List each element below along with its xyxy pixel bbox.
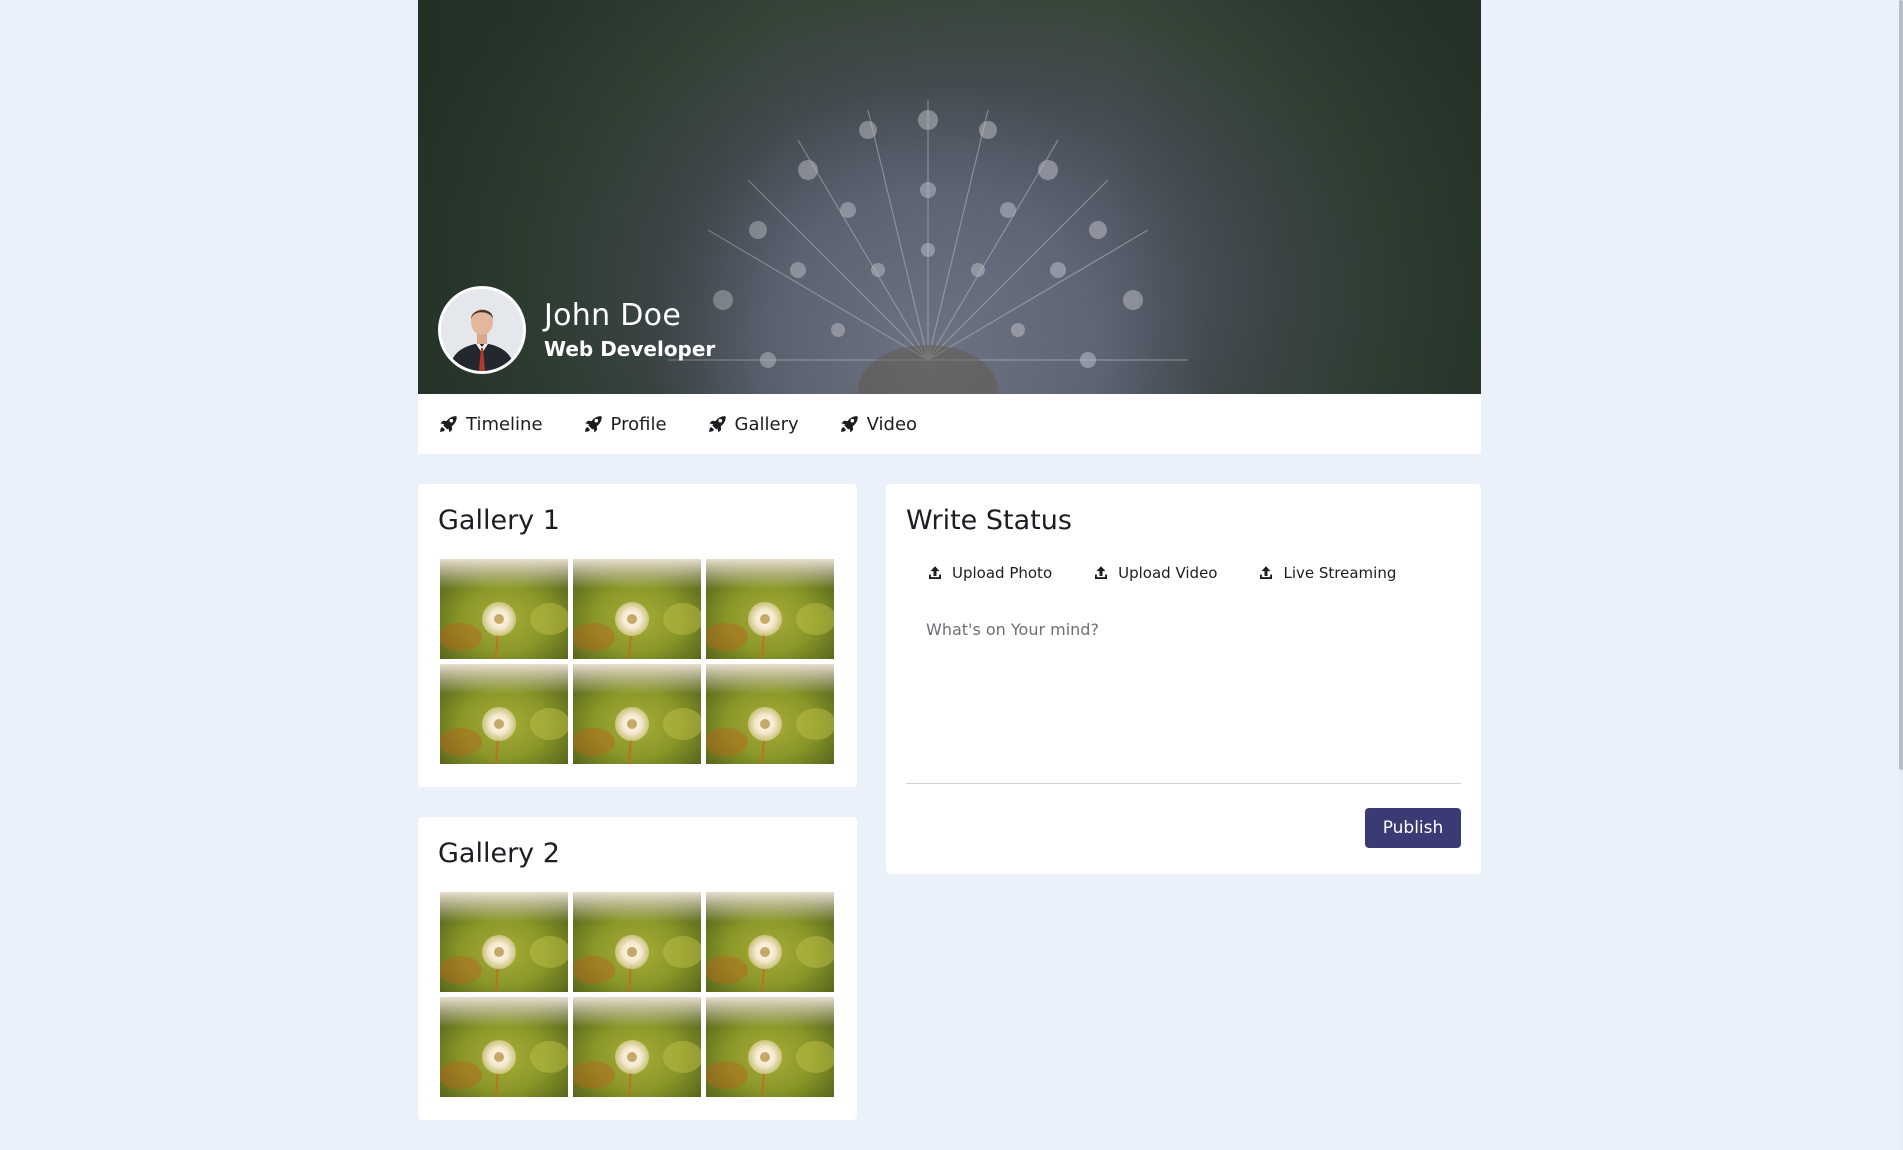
dandelion-image (573, 664, 701, 764)
status-input[interactable] (906, 614, 1461, 784)
dandelion-image (440, 892, 568, 992)
nav-item-profile[interactable]: Profile (583, 414, 667, 435)
rocket-icon (839, 414, 859, 434)
dandelion-image (706, 997, 834, 1097)
gallery-grid (440, 892, 837, 1097)
gallery-card-1: Gallery 1 (418, 484, 857, 787)
nav-item-gallery[interactable]: Gallery (707, 414, 799, 435)
upload-icon (1257, 564, 1275, 582)
gallery-thumbnail[interactable] (440, 559, 568, 659)
cover-photo: John Doe Web Developer (418, 0, 1481, 394)
gallery-column: Gallery 1 Gallery 2 (418, 484, 857, 1150)
nav-item-timeline[interactable]: Timeline (438, 414, 543, 435)
status-actions: Upload Photo Upload Video Live Streaming (906, 564, 1461, 582)
gallery-thumbnail[interactable] (573, 559, 701, 659)
rocket-icon (583, 414, 603, 434)
identity-text: John Doe Web Developer (544, 298, 715, 362)
dandelion-image (440, 664, 568, 764)
upload-icon (926, 564, 944, 582)
nav-item-label: Profile (610, 413, 667, 435)
write-status-card: Write Status Upload Photo Upload Video L… (886, 484, 1481, 874)
scrollbar-thumb[interactable] (1899, 0, 1903, 770)
nav-item-video[interactable]: Video (839, 414, 917, 435)
live-streaming-label: Live Streaming (1283, 564, 1397, 582)
live-streaming-button[interactable]: Live Streaming (1257, 564, 1396, 582)
dandelion-image (706, 664, 834, 764)
publish-row: Publish (906, 808, 1461, 848)
gallery-thumbnail[interactable] (706, 997, 834, 1097)
gallery-thumbnail[interactable] (573, 892, 701, 992)
publish-button[interactable]: Publish (1365, 808, 1461, 848)
dandelion-image (573, 997, 701, 1097)
profile-nav: Timeline Profile Gallery Video (418, 394, 1481, 454)
user-name: John Doe (544, 298, 682, 333)
dandelion-image (573, 559, 701, 659)
gallery-thumbnail[interactable] (706, 559, 834, 659)
rocket-icon (707, 414, 727, 434)
avatar-image (441, 289, 523, 371)
upload-video-label: Upload Video (1118, 564, 1218, 582)
user-role: Web Developer (544, 337, 716, 361)
upload-video-button[interactable]: Upload Video (1092, 564, 1217, 582)
gallery-card-2: Gallery 2 (418, 817, 857, 1120)
gallery-thumbnail[interactable] (706, 664, 834, 764)
rocket-icon (438, 414, 458, 434)
gallery-grid (440, 559, 837, 764)
dandelion-image (706, 559, 834, 659)
nav-item-label: Gallery (734, 413, 799, 435)
nav-item-label: Video (866, 413, 918, 435)
status-title: Write Status (906, 505, 1072, 536)
upload-icon (1092, 564, 1110, 582)
gallery-thumbnail[interactable] (573, 997, 701, 1097)
gallery-title: Gallery 1 (438, 505, 560, 536)
avatar[interactable] (438, 286, 526, 374)
gallery-thumbnail[interactable] (440, 664, 568, 764)
profile-identity: John Doe Web Developer (438, 286, 715, 374)
gallery-thumbnail[interactable] (440, 997, 568, 1097)
gallery-thumbnail[interactable] (440, 892, 568, 992)
gallery-title: Gallery 2 (438, 838, 560, 869)
gallery-thumbnail[interactable] (706, 892, 834, 992)
dandelion-image (440, 997, 568, 1097)
dandelion-image (573, 892, 701, 992)
profile-page: John Doe Web Developer Timeline Profile … (418, 0, 1481, 1120)
upload-photo-label: Upload Photo (952, 564, 1053, 582)
nav-item-label: Timeline (466, 413, 543, 435)
dandelion-image (706, 892, 834, 992)
dandelion-image (440, 559, 568, 659)
gallery-thumbnail[interactable] (573, 664, 701, 764)
page-scrollbar[interactable] (1899, 0, 1903, 1150)
upload-photo-button[interactable]: Upload Photo (926, 564, 1052, 582)
